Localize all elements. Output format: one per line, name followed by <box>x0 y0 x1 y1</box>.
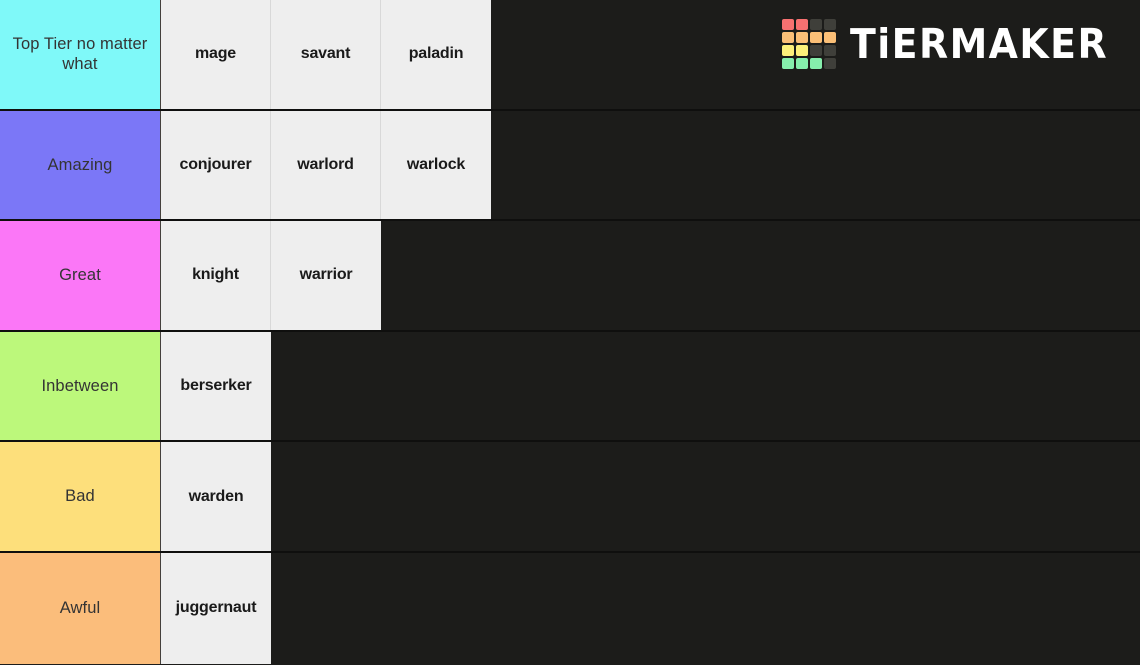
logo-cell-r3-c4 <box>823 45 836 56</box>
tier-item[interactable]: warlord <box>271 110 381 220</box>
tier-row: Awful juggernaut <box>0 552 1140 664</box>
logo-cell-r4-c4 <box>823 58 836 69</box>
logo-cell-r2-c3 <box>809 32 822 43</box>
logo-cell-r2-c2 <box>795 32 808 43</box>
tier-item[interactable]: savant <box>271 0 381 109</box>
tier-label[interactable]: Inbetween <box>0 331 161 441</box>
tier-row: Bad warden <box>0 442 1140 553</box>
tier-item-row[interactable]: juggernaut <box>161 552 1140 664</box>
tier-label[interactable]: Great <box>0 221 161 330</box>
tier-item[interactable]: paladin <box>381 0 491 109</box>
logo-cell-r4-c1 <box>781 58 794 69</box>
tier-label[interactable]: Awful <box>0 552 161 664</box>
tier-item-row[interactable]: conjourer warlord warlock <box>161 110 1140 220</box>
tier-label[interactable]: Top Tier no matter what <box>0 0 161 109</box>
logo-cell-r2-c4 <box>823 32 836 43</box>
tier-item[interactable]: warden <box>161 442 271 551</box>
logo-cell-r1-c4 <box>823 19 836 30</box>
tier-label[interactable]: Amazing <box>0 110 161 220</box>
logo-cell-r4-c3 <box>809 58 822 69</box>
tier-item[interactable]: berserker <box>161 331 271 441</box>
tier-item[interactable]: conjourer <box>161 110 271 220</box>
tier-label[interactable]: Bad <box>0 442 161 551</box>
logo-cell-r4-c2 <box>795 58 808 69</box>
tiermaker-logo[interactable]: TiERMAKER <box>781 18 1116 70</box>
tier-item-row[interactable]: berserker <box>161 331 1140 441</box>
tier-list-app: Top Tier no matter what mage savant paladin… <box>0 0 1140 665</box>
tier-row: Amazing conjourer warlord warlock <box>0 110 1140 222</box>
logo-cell-r1-c1 <box>781 19 794 30</box>
tiermaker-logo-text: TiERMAKER <box>849 20 1109 68</box>
tier-item-row[interactable]: knight warrior <box>161 221 1140 330</box>
tier-item[interactable]: warlock <box>381 110 491 220</box>
logo-cell-r3-c2 <box>795 45 808 56</box>
tier-row: Inbetween berserker <box>0 331 1140 443</box>
tiermaker-logo-grid-icon <box>781 19 836 69</box>
tier-item[interactable]: juggernaut <box>161 552 271 664</box>
logo-cell-r3-c1 <box>781 45 794 56</box>
logo-cell-r1-c3 <box>809 19 822 30</box>
tier-row: Great knight warrior <box>0 221 1140 332</box>
tier-item[interactable]: knight <box>161 221 271 330</box>
tier-item[interactable]: mage <box>161 0 271 109</box>
logo-cell-r2-c1 <box>781 32 794 43</box>
logo-cell-r3-c3 <box>809 45 822 56</box>
tier-item[interactable]: warrior <box>271 221 381 330</box>
logo-cell-r1-c2 <box>795 19 808 30</box>
tier-item-row[interactable]: warden <box>161 442 1140 551</box>
tier-list-container: Top Tier no matter what mage savant paladin… <box>0 0 1140 664</box>
